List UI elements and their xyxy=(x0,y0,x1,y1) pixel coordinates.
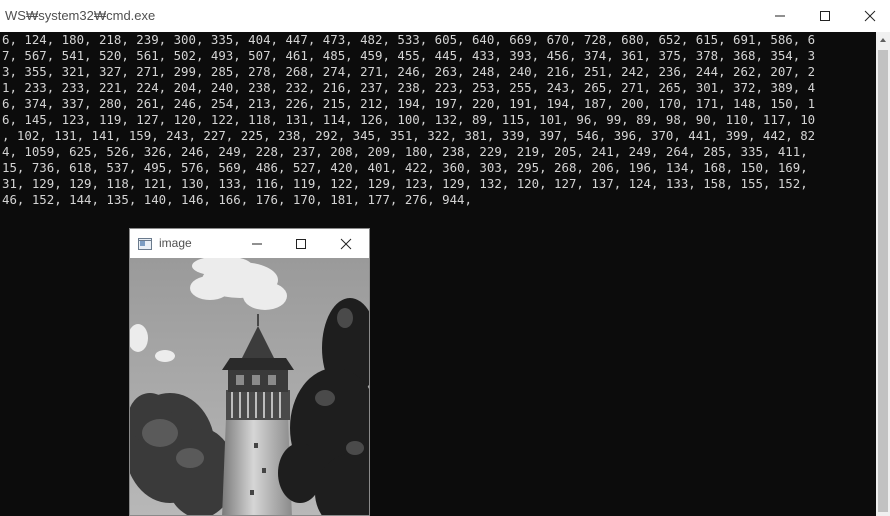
maximize-icon xyxy=(820,11,830,21)
scrollbar-thumb[interactable] xyxy=(878,50,888,512)
minimize-icon xyxy=(775,15,785,17)
scroll-up-button[interactable] xyxy=(876,32,890,48)
close-icon xyxy=(340,238,352,249)
vertical-scrollbar[interactable] xyxy=(876,32,890,516)
minimize-button[interactable] xyxy=(757,0,803,32)
image-window[interactable]: image xyxy=(129,228,370,516)
scroll-up-arrow-icon xyxy=(880,38,886,42)
console-line: 46, 152, 144, 135, 140, 146, 166, 176, 1… xyxy=(2,192,472,207)
cmd-titlebar[interactable]: WS₩system32₩cmd.exe xyxy=(0,0,890,33)
image-window-title: image xyxy=(159,236,192,250)
window-title: WS₩system32₩cmd.exe xyxy=(5,8,156,23)
console-line: 6, 374, 337, 280, 261, 246, 254, 213, 22… xyxy=(2,96,816,111)
close-button[interactable] xyxy=(847,0,890,32)
image-titlebar[interactable]: image xyxy=(130,229,369,258)
console-line: 6, 124, 180, 218, 239, 300, 335, 404, 44… xyxy=(2,32,816,47)
console-line: 15, 736, 618, 537, 495, 576, 569, 486, 5… xyxy=(2,160,808,175)
maximize-icon xyxy=(296,238,306,249)
console-line: 31, 129, 129, 118, 121, 130, 133, 116, 1… xyxy=(2,176,808,191)
image-canvas xyxy=(130,258,369,515)
close-icon xyxy=(864,10,876,22)
tower-photo xyxy=(130,258,369,515)
maximize-button[interactable] xyxy=(802,0,848,32)
image-close-button[interactable] xyxy=(324,229,368,258)
console-line: 4, 1059, 625, 526, 326, 246, 249, 228, 2… xyxy=(2,144,808,159)
console-line: , 102, 131, 141, 159, 243, 227, 225, 238… xyxy=(2,128,816,143)
console-line: 7, 567, 541, 520, 561, 502, 493, 507, 46… xyxy=(2,48,816,63)
console-line: 1, 233, 233, 221, 224, 204, 240, 238, 23… xyxy=(2,80,816,95)
minimize-icon xyxy=(252,243,262,244)
window-app-icon xyxy=(138,237,152,255)
image-minimize-button[interactable] xyxy=(235,229,279,258)
console-line: 6, 145, 123, 119, 127, 120, 122, 118, 13… xyxy=(2,112,816,127)
console-line: 3, 355, 321, 327, 271, 299, 285, 278, 26… xyxy=(2,64,816,79)
image-maximize-button[interactable] xyxy=(279,229,323,258)
